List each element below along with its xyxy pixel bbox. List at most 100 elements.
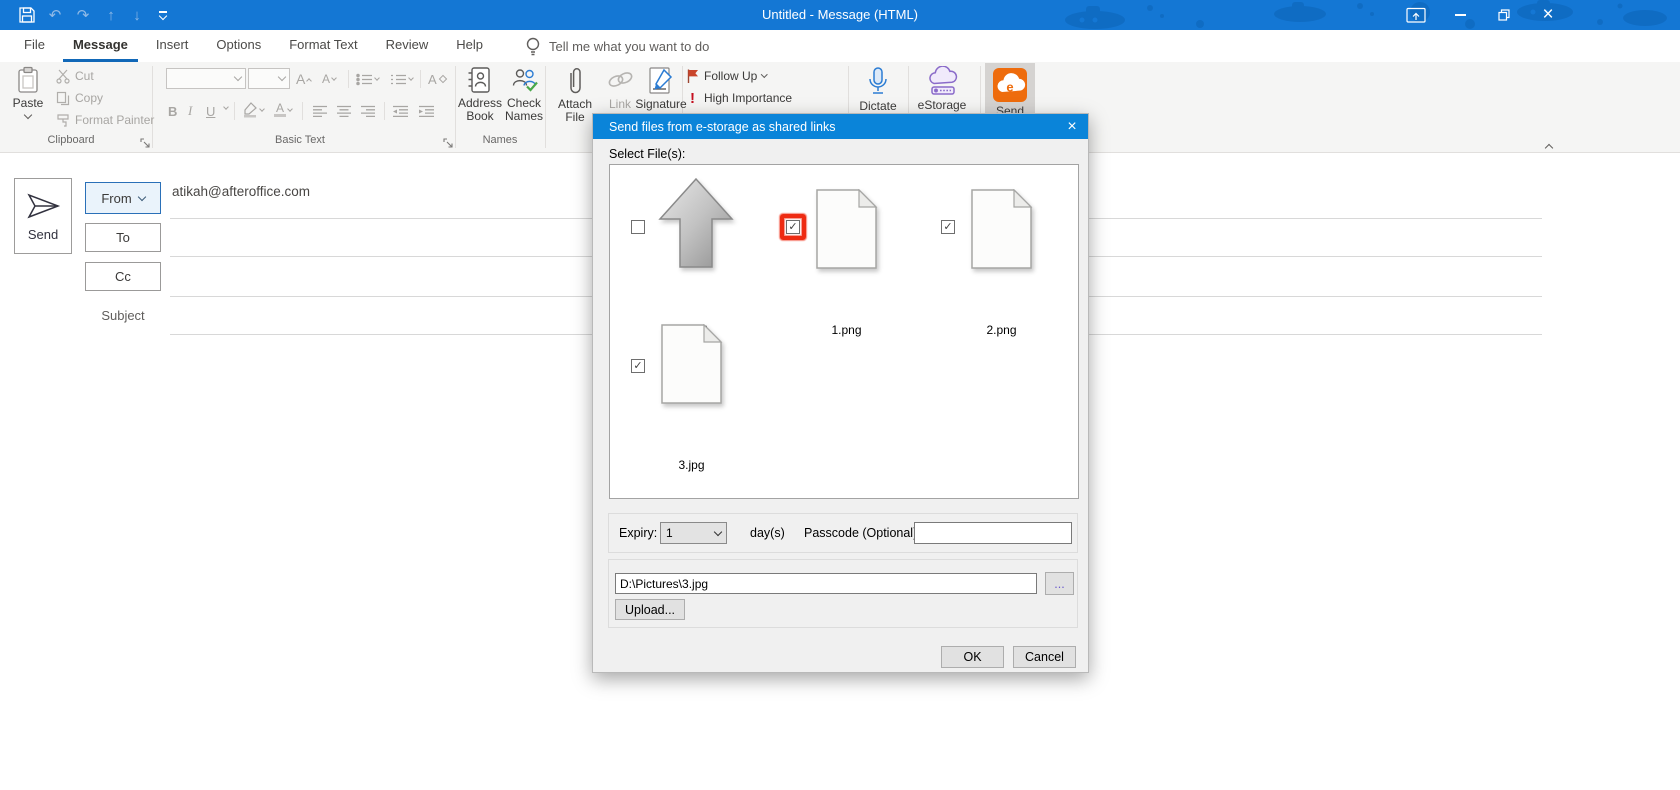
font-color-button[interactable]: A bbox=[274, 100, 292, 120]
link-label: Link bbox=[609, 98, 631, 111]
tell-me-box[interactable]: Tell me what you want to do bbox=[525, 30, 709, 62]
cut-label: Cut bbox=[75, 69, 94, 83]
outlook-message-window: ↶ ↷ ↑ ↓ Untitled - Message (HTML) × File… bbox=[0, 0, 1680, 790]
estorage-button[interactable]: eStorage bbox=[912, 66, 972, 112]
cancel-button[interactable]: Cancel bbox=[1013, 646, 1076, 668]
cc-button[interactable]: Cc bbox=[85, 262, 161, 291]
cc-label: Cc bbox=[115, 269, 131, 284]
browse-button[interactable]: ... bbox=[1045, 572, 1074, 595]
tab-review[interactable]: Review bbox=[376, 30, 439, 62]
numbering-button[interactable] bbox=[390, 69, 413, 89]
path-input[interactable] bbox=[615, 573, 1037, 594]
to-button[interactable]: To bbox=[85, 223, 161, 252]
document-icon[interactable] bbox=[660, 324, 723, 404]
expiry-select[interactable]: 1 bbox=[660, 522, 727, 544]
microphone-icon bbox=[866, 66, 890, 98]
font-size-select[interactable] bbox=[248, 68, 290, 89]
decrease-indent-button[interactable] bbox=[392, 101, 409, 121]
dictate-button[interactable]: Dictate bbox=[852, 66, 904, 113]
paste-button[interactable]: Paste bbox=[8, 66, 48, 118]
align-right-button[interactable] bbox=[360, 101, 376, 121]
increase-indent-button[interactable] bbox=[418, 101, 435, 121]
subject-label: Subject bbox=[85, 308, 161, 323]
file-checkbox[interactable] bbox=[631, 359, 645, 373]
dialog-close-icon[interactable]: × bbox=[1062, 117, 1082, 136]
bullets-button[interactable] bbox=[356, 69, 379, 89]
send-estorage-button[interactable]: e Send bbox=[985, 63, 1035, 118]
check-names-button[interactable]: Check Names bbox=[503, 66, 545, 123]
paste-label: Paste bbox=[13, 97, 44, 110]
follow-up-button[interactable]: Follow Up bbox=[686, 68, 767, 84]
copy-label: Copy bbox=[75, 91, 103, 105]
paperclip-icon bbox=[566, 66, 584, 96]
estorage-dialog: Send files from e-storage as shared link… bbox=[592, 113, 1089, 673]
close-icon[interactable]: × bbox=[1531, 0, 1565, 30]
from-address: atikah@afteroffice.com bbox=[172, 184, 310, 199]
address-book-label: Address Book bbox=[458, 97, 502, 123]
italic-button[interactable]: I bbox=[188, 101, 192, 121]
document-icon[interactable] bbox=[815, 189, 878, 269]
group-divider bbox=[455, 66, 456, 148]
basic-text-dialog-launcher[interactable] bbox=[443, 136, 454, 147]
underline-button[interactable]: U bbox=[206, 101, 215, 121]
ribbon-tabs: File Message Insert Options Format Text … bbox=[0, 30, 1680, 62]
format-painter-button[interactable]: Format Painter bbox=[56, 112, 154, 128]
align-left-button[interactable] bbox=[312, 101, 328, 121]
send-plane-icon bbox=[25, 191, 61, 221]
restore-icon[interactable] bbox=[1487, 0, 1521, 30]
send-message-label: Send bbox=[28, 227, 58, 242]
tab-format-text[interactable]: Format Text bbox=[279, 30, 367, 62]
file-checkbox[interactable] bbox=[941, 220, 955, 234]
document-icon[interactable] bbox=[970, 189, 1033, 269]
collapse-ribbon-icon[interactable] bbox=[1546, 138, 1552, 156]
copy-button[interactable]: Copy bbox=[56, 90, 103, 106]
signature-label: Signature bbox=[635, 98, 686, 111]
divider bbox=[234, 102, 235, 120]
high-importance-button[interactable]: ! High Importance bbox=[686, 90, 792, 106]
send-message-button[interactable]: Send bbox=[14, 178, 72, 254]
upload-button[interactable]: Upload... bbox=[615, 599, 685, 620]
link-icon bbox=[605, 66, 635, 96]
window-titlebar: ↶ ↷ ↑ ↓ Untitled - Message (HTML) × bbox=[0, 0, 1680, 30]
address-book-icon bbox=[466, 66, 494, 94]
dialog-titlebar[interactable]: Send files from e-storage as shared link… bbox=[593, 114, 1088, 139]
clipboard-dialog-launcher[interactable] bbox=[140, 136, 151, 147]
file-name: 1.png bbox=[815, 323, 878, 337]
expiry-unit-label: day(s) bbox=[750, 526, 785, 540]
tab-file[interactable]: File bbox=[14, 30, 55, 62]
from-button[interactable]: From bbox=[85, 182, 161, 214]
expiry-label: Expiry: bbox=[619, 526, 657, 540]
highlight-color-button[interactable] bbox=[242, 100, 264, 120]
clear-formatting-button[interactable]: A bbox=[428, 69, 446, 89]
folder-up-icon[interactable] bbox=[656, 175, 736, 272]
align-center-button[interactable] bbox=[336, 101, 352, 121]
group-divider bbox=[152, 66, 153, 148]
tell-me-label: Tell me what you want to do bbox=[549, 39, 709, 54]
grow-font-button[interactable]: A bbox=[296, 69, 311, 89]
bullet-list-icon bbox=[356, 73, 373, 86]
tab-message[interactable]: Message bbox=[63, 30, 138, 62]
passcode-input[interactable] bbox=[914, 522, 1072, 544]
address-book-button[interactable]: Address Book bbox=[458, 66, 502, 123]
shrink-font-button[interactable]: A bbox=[322, 69, 336, 89]
minimize-icon[interactable] bbox=[1443, 0, 1477, 30]
clipboard-group-label: Clipboard bbox=[26, 134, 116, 146]
scissors-icon bbox=[56, 69, 70, 84]
tab-help[interactable]: Help bbox=[446, 30, 493, 62]
follow-up-label: Follow Up bbox=[704, 69, 757, 83]
link-button[interactable]: Link bbox=[600, 66, 640, 111]
tab-insert[interactable]: Insert bbox=[146, 30, 199, 62]
font-name-select[interactable] bbox=[166, 68, 246, 89]
cut-button[interactable]: Cut bbox=[56, 68, 94, 84]
ok-button[interactable]: OK bbox=[941, 646, 1004, 668]
group-divider bbox=[545, 66, 546, 148]
ribbon-display-options-icon[interactable] bbox=[1399, 0, 1433, 30]
exclamation-icon: ! bbox=[686, 90, 699, 107]
tab-options[interactable]: Options bbox=[206, 30, 271, 62]
expiry-value: 1 bbox=[666, 526, 673, 540]
file-checkbox[interactable] bbox=[631, 220, 645, 234]
divider bbox=[420, 70, 421, 88]
bold-button[interactable]: B bbox=[168, 101, 177, 121]
signature-button[interactable]: Signature bbox=[638, 66, 684, 111]
annotation-ring bbox=[780, 214, 806, 240]
